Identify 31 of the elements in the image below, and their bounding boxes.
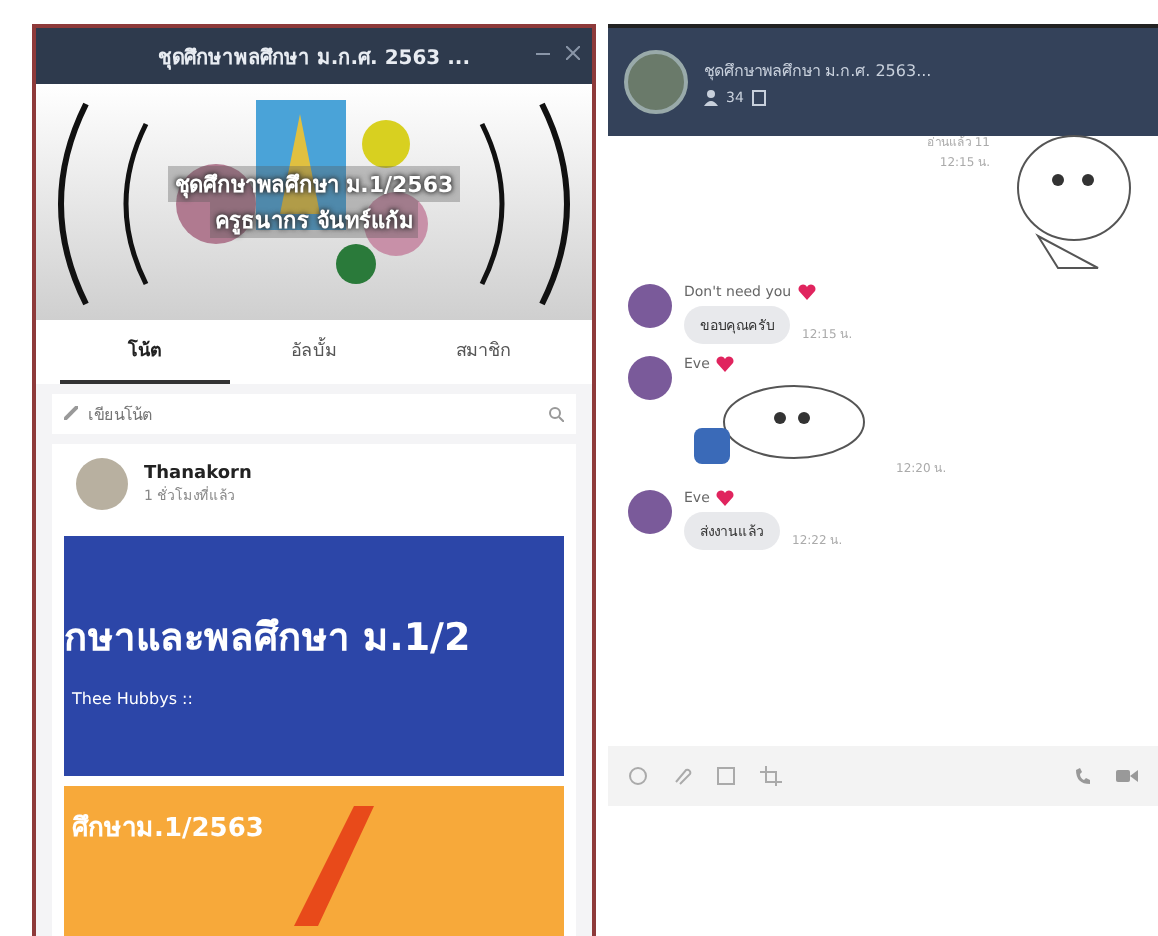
banner-caption: Thee Hubbys :: (72, 689, 195, 707)
second-banner-title: ศึกษาม.1/2563 (72, 812, 266, 848)
square-icon[interactable] (716, 766, 736, 786)
avatar (628, 284, 672, 328)
avatar (628, 490, 672, 534)
notes-icon[interactable] (751, 90, 766, 106)
close-icon[interactable] (566, 46, 580, 60)
tab[interactable]: โน้ต (60, 320, 230, 384)
person-icon (704, 90, 718, 106)
stripe-drawing (294, 806, 374, 926)
window-title: ชุดศึกษาพลศึกษา ม.ก.ศ. 2563 ... (157, 45, 471, 71)
tab[interactable]: อัลบั้ม (229, 320, 399, 384)
heart-icon (797, 284, 816, 300)
heart-icon (715, 356, 734, 372)
avatar (628, 356, 672, 400)
search-icon[interactable] (548, 406, 564, 422)
paperclip-icon[interactable] (672, 766, 692, 786)
phone-icon[interactable] (1074, 767, 1092, 785)
tab[interactable]: สมาชิก (398, 320, 569, 384)
cover-title: ชุดศึกษาพลศึกษา ม.1/2563 (168, 166, 460, 202)
chat-title: ชุดศึกษาพลศึกษา ม.ก.ศ. 2563... (704, 60, 932, 84)
heart-icon (715, 490, 734, 506)
avatar (76, 458, 128, 510)
author-name: Thanakorn (144, 463, 252, 483)
video-icon[interactable] (1116, 768, 1138, 784)
emoji-icon[interactable] (628, 766, 648, 786)
crop-icon[interactable] (760, 766, 784, 786)
group-avatar (624, 50, 688, 114)
pencil-icon (64, 406, 78, 420)
note-input-field[interactable]: เขียนโน้ต (52, 394, 576, 434)
banner-title: กษาและพลศึกษา ม.1/2 (64, 613, 471, 663)
